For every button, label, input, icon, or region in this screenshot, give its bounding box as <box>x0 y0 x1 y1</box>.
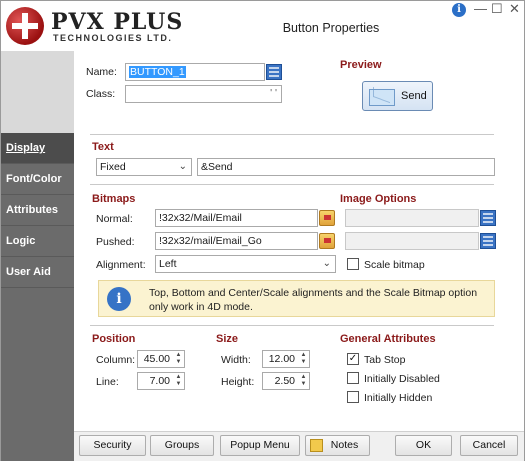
maximize-button[interactable]: ☐ <box>491 1 503 17</box>
image-option-lookup-icon[interactable] <box>480 210 496 226</box>
initially-disabled-label: Initially Disabled <box>364 373 440 385</box>
normal-bitmap-value: !32x32/Mail/Email <box>159 212 242 224</box>
line-value: 7.00 <box>149 375 170 387</box>
sidebar-item-attributes[interactable]: Attributes <box>1 195 74 226</box>
info-note: i Top, Bottom and Center/Scale alignment… <box>98 280 495 317</box>
window-title: Button Properties <box>282 21 380 35</box>
width-value: 12.00 <box>268 353 295 365</box>
alignment-select[interactable]: Left ⌄ <box>155 255 336 273</box>
initially-hidden-label: Initially Hidden <box>364 392 433 404</box>
browse-folder-icon[interactable] <box>319 210 335 226</box>
notes-button[interactable]: Notes <box>305 435 370 456</box>
name-input[interactable]: BUTTON_1 <box>125 63 265 81</box>
sidebar-item-display[interactable]: Display <box>1 133 74 164</box>
text-heading: Text <box>92 141 114 153</box>
name-label: Name: <box>86 66 117 78</box>
button-text-value: &Send <box>201 161 233 173</box>
column-value: 45.00 <box>143 353 170 365</box>
width-input[interactable]: 12.00 ▲ ▼ <box>262 350 310 368</box>
preview-button-label: Send <box>401 90 427 102</box>
normal-bitmap-input[interactable]: !32x32/Mail/Email <box>155 209 318 227</box>
tab-stop-checkbox[interactable]: ✓ <box>347 353 359 365</box>
pushed-label: Pushed: <box>96 236 135 248</box>
chevron-down-icon: ⌄ <box>178 161 187 172</box>
groups-button[interactable]: Groups <box>150 435 214 456</box>
column-input[interactable]: 45.00 ▲ ▼ <box>137 350 185 368</box>
height-label: Height: <box>221 376 255 388</box>
initially-hidden-checkbox[interactable] <box>347 391 359 403</box>
pushed-bitmap-input[interactable]: !32x32/mail/Email_Go <box>155 232 318 250</box>
general-attributes-heading: General Attributes <box>340 333 436 345</box>
image-option-input-1 <box>345 209 479 227</box>
properties-panel: Name: BUTTON_1 Class: ' ' Preview Send T… <box>74 51 524 431</box>
info-icon: i <box>107 287 131 311</box>
sidebar-item-logic[interactable]: Logic <box>1 226 74 257</box>
divider <box>90 184 494 185</box>
column-label: Column: <box>96 354 136 366</box>
close-button[interactable]: ✕ <box>509 1 520 17</box>
name-lookup-icon[interactable] <box>266 64 282 80</box>
sidebar-item-user-aid[interactable]: User Aid <box>1 257 74 288</box>
size-heading: Size <box>216 333 239 345</box>
preview-heading: Preview <box>340 59 382 71</box>
divider <box>90 134 494 135</box>
image-option-lookup-icon[interactable] <box>480 233 496 249</box>
initially-disabled-checkbox[interactable] <box>347 372 359 384</box>
alignment-value: Left <box>159 258 177 270</box>
class-input[interactable]: ' ' <box>125 85 282 103</box>
notes-button-label: Notes <box>330 439 359 451</box>
sidebar-item-font-color[interactable]: Font/Color <box>1 164 74 195</box>
normal-label: Normal: <box>96 213 133 225</box>
button-text-input[interactable]: &Send <box>197 158 495 176</box>
height-input[interactable]: 2.50 ▲ ▼ <box>262 372 310 390</box>
scale-bitmap-label: Scale bitmap <box>364 259 425 271</box>
text-type-value: Fixed <box>100 161 126 173</box>
envelope-icon <box>369 89 395 106</box>
title-bar: PVX PLUS TECHNOLOGIES LTD. Button Proper… <box>1 1 524 51</box>
pushed-bitmap-value: !32x32/mail/Email_Go <box>159 235 262 247</box>
sidebar-top-panel <box>1 51 74 133</box>
image-option-input-2 <box>345 232 479 250</box>
sidebar: Display Font/Color Attributes Logic User… <box>1 51 74 461</box>
cancel-button[interactable]: Cancel <box>460 435 518 456</box>
class-label: Class: <box>86 88 116 100</box>
bitmaps-heading: Bitmaps <box>92 193 136 205</box>
divider <box>90 325 494 326</box>
width-label: Width: <box>221 354 251 366</box>
name-value: BUTTON_1 <box>129 66 186 78</box>
chevron-down-icon: ⌄ <box>322 258 331 269</box>
class-suffix: ' ' <box>270 87 277 99</box>
width-spinner[interactable]: ▲ ▼ <box>299 352 308 366</box>
tab-stop-label: Tab Stop <box>364 354 406 366</box>
info-icon[interactable]: i <box>452 3 466 17</box>
height-spinner[interactable]: ▲ ▼ <box>299 374 308 388</box>
minimize-button[interactable]: — <box>474 1 487 16</box>
image-options-heading: Image Options <box>340 193 417 205</box>
text-type-select[interactable]: Fixed ⌄ <box>96 158 192 176</box>
button-bar: Security Groups Popup Menu Notes OK Canc… <box>74 431 524 461</box>
info-note-text: Top, Bottom and Center/Scale alignments … <box>149 287 478 313</box>
alignment-label: Alignment: <box>96 259 146 271</box>
button-properties-window: PVX PLUS TECHNOLOGIES LTD. Button Proper… <box>0 0 525 461</box>
line-spinner[interactable]: ▲ ▼ <box>174 374 183 388</box>
position-heading: Position <box>92 333 136 345</box>
line-label: Line: <box>96 376 119 388</box>
ok-button[interactable]: OK <box>395 435 452 456</box>
line-input[interactable]: 7.00 ▲ ▼ <box>137 372 185 390</box>
height-value: 2.50 <box>274 375 295 387</box>
browse-folder-icon[interactable] <box>319 233 335 249</box>
preview-button[interactable]: Send <box>362 81 433 111</box>
popup-menu-button[interactable]: Popup Menu <box>220 435 300 456</box>
security-button[interactable]: Security <box>79 435 146 456</box>
scale-bitmap-checkbox[interactable] <box>347 258 359 270</box>
notes-icon <box>310 439 323 452</box>
column-spinner[interactable]: ▲ ▼ <box>174 352 183 366</box>
